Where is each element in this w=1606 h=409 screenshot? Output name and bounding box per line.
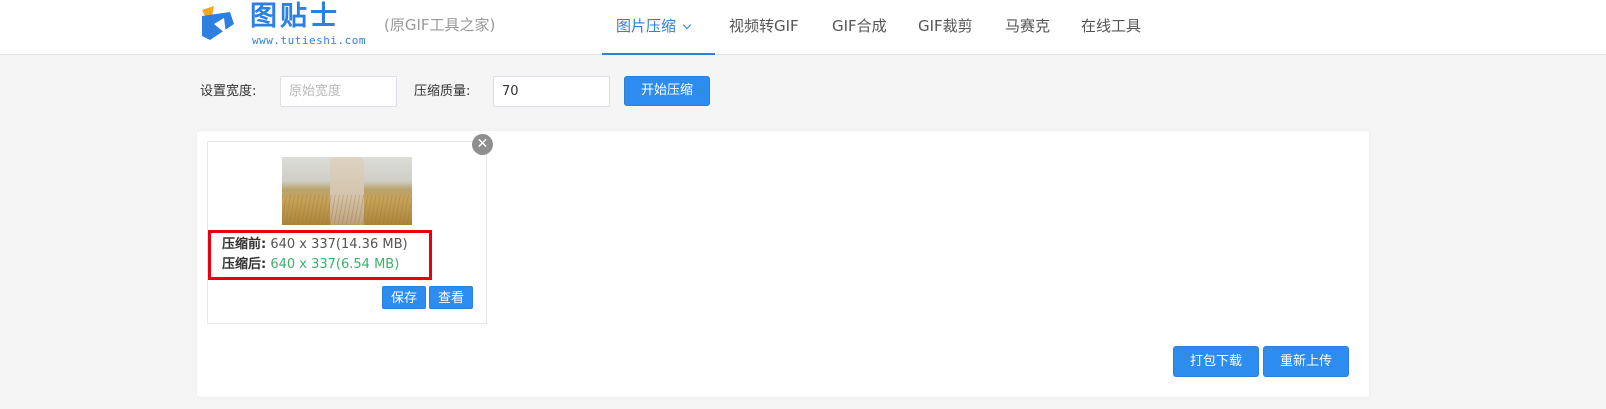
size-after-value: 640 x 337(6.54 MB) (270, 257, 400, 272)
thumbnail-grass (282, 195, 412, 225)
nav-item-mosaic[interactable]: 马赛克 (1005, 16, 1050, 36)
nav-item-online-tools[interactable]: 在线工具 (1081, 16, 1141, 36)
logo-icon (202, 6, 234, 40)
nav-active-underline (602, 53, 715, 55)
quality-label: 压缩质量: (414, 84, 471, 99)
nav-item-gif-compose[interactable]: GIF合成 (832, 16, 887, 36)
start-compress-button[interactable]: 开始压缩 (624, 76, 710, 106)
save-button[interactable]: 保存 (382, 286, 426, 309)
size-before-line: 压缩前: 640 x 337(14.36 MB) (222, 236, 408, 254)
top-header: 图贴士 www.tutieshi.com (原GIF工具之家) 图片压缩 视频转… (0, 0, 1606, 55)
nav-item-video-to-gif[interactable]: 视频转GIF (729, 16, 799, 36)
image-thumbnail[interactable] (282, 157, 412, 225)
chevron-down-icon (682, 20, 692, 30)
width-input[interactable] (280, 76, 397, 107)
logo-url: www.tutieshi.com (252, 34, 366, 47)
nav-item-gif-crop[interactable]: GIF裁剪 (918, 16, 973, 36)
nav-item-label: 图片压缩 (616, 17, 677, 35)
view-button[interactable]: 查看 (429, 286, 473, 309)
reupload-button[interactable]: 重新上传 (1263, 346, 1349, 377)
quality-input[interactable] (493, 76, 610, 107)
logo-title: 图贴士 (250, 1, 340, 32)
size-before-label: 压缩前: (222, 237, 267, 252)
nav-item-image-compress[interactable]: 图片压缩 (616, 16, 692, 36)
image-card: 压缩前: 640 x 337(14.36 MB) 压缩后: 640 x 337(… (207, 141, 487, 324)
width-label: 设置宽度: (200, 84, 257, 99)
close-icon[interactable]: ✕ (472, 134, 493, 155)
size-after-label: 压缩后: (222, 257, 267, 272)
logo-subtitle: (原GIF工具之家) (384, 16, 496, 34)
result-panel: 压缩前: 640 x 337(14.36 MB) 压缩后: 640 x 337(… (197, 131, 1369, 397)
size-before-value: 640 x 337(14.36 MB) (270, 237, 408, 252)
size-after-line: 压缩后: 640 x 337(6.54 MB) (222, 256, 399, 274)
download-all-button[interactable]: 打包下载 (1173, 346, 1259, 377)
